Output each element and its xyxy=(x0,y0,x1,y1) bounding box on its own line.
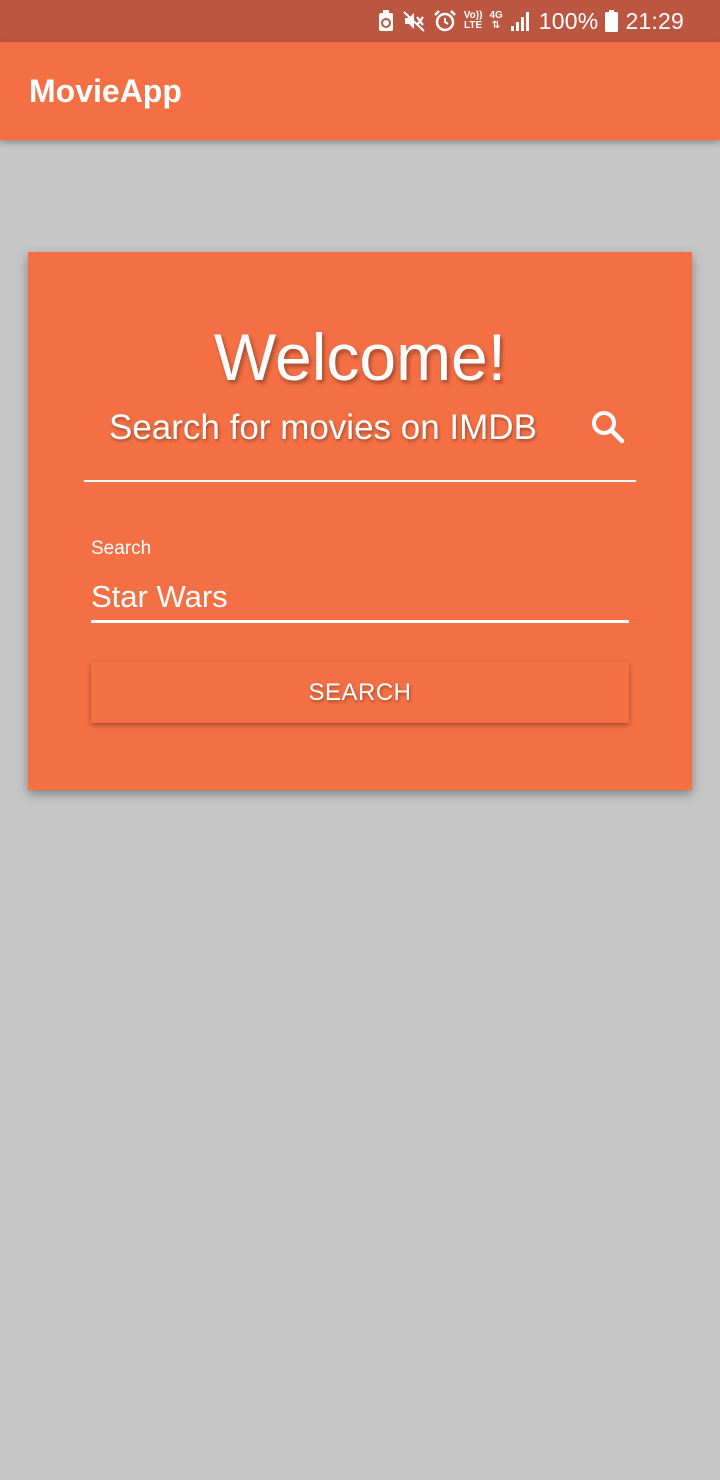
card-divider xyxy=(84,480,636,482)
welcome-card: Welcome! Search for movies on IMDB Searc… xyxy=(28,252,692,790)
app-bar: MovieApp xyxy=(0,42,720,140)
mute-icon xyxy=(402,10,426,32)
alarm-icon xyxy=(433,9,457,33)
battery-saver-icon xyxy=(377,10,395,32)
status-icons: Vo)) LTE 4G ⇅ 100% 21:29 xyxy=(377,0,684,42)
welcome-heading: Welcome! xyxy=(213,320,507,394)
search-button[interactable]: SEARCH xyxy=(91,662,629,723)
search-field-label: Search xyxy=(91,538,152,559)
search-icon[interactable] xyxy=(588,407,628,447)
app-title: MovieApp xyxy=(29,72,182,109)
volte-icon: Vo)) LTE xyxy=(463,10,483,31)
battery-icon xyxy=(605,10,619,32)
status-bar: Vo)) LTE 4G ⇅ 100% 21:29 xyxy=(0,0,720,42)
network-4g-icon: 4G ⇅ xyxy=(489,10,503,31)
signal-icon xyxy=(510,11,532,31)
clock: 21:29 xyxy=(625,7,684,34)
battery-percent: 100% xyxy=(538,7,599,34)
search-input[interactable] xyxy=(91,574,629,623)
welcome-subtitle: Search for movies on IMDB xyxy=(109,408,537,447)
